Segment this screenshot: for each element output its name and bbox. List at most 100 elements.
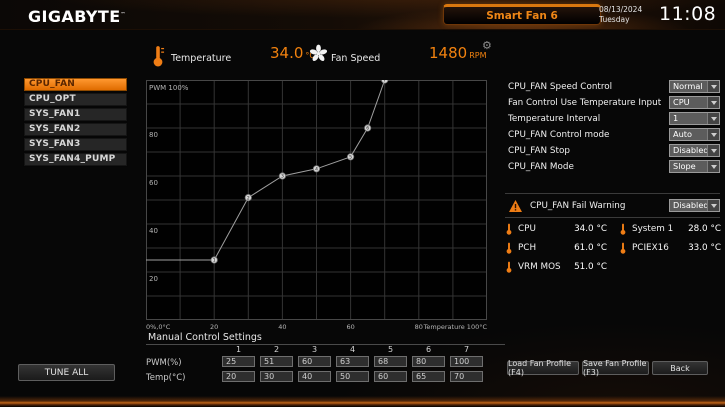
temp-row-label: Temp(°C) bbox=[146, 373, 185, 383]
chevron-down-icon bbox=[707, 97, 719, 108]
pwm-row-label: PWM(%) bbox=[146, 358, 182, 368]
fan-mode-dropdown[interactable]: Slope bbox=[669, 160, 720, 173]
time-display: 11:08 bbox=[659, 3, 716, 25]
setting-label: Fan Control Use Temperature Input bbox=[505, 98, 661, 108]
pwm-cell[interactable]: 80 bbox=[412, 356, 445, 367]
setting-speed-control: CPU_FAN Speed Control Normal bbox=[505, 80, 720, 93]
fan-speed-value: 1480RPM bbox=[429, 46, 486, 61]
setting-temp-input: Fan Control Use Temperature Input CPU bbox=[505, 96, 720, 109]
curve-point-2[interactable]: 2 bbox=[245, 194, 251, 201]
sensor-pciex16: PCIEX16 33.0 °C bbox=[619, 242, 721, 253]
sidebar-item-sys-fan2[interactable]: SYS_FAN2 bbox=[24, 123, 127, 136]
svg-text:4: 4 bbox=[315, 167, 318, 173]
svg-text:6: 6 bbox=[366, 126, 369, 132]
col-header: 3 bbox=[298, 345, 331, 354]
pwm-row: 25 51 60 63 68 80 100 bbox=[222, 356, 483, 367]
setting-label: CPU_FAN Control mode bbox=[505, 130, 609, 140]
temp-cell[interactable]: 50 bbox=[336, 371, 369, 382]
sensor-pch: PCH 61.0 °C bbox=[505, 242, 607, 253]
sidebar-item-sys-fan4-pump[interactable]: SYS_FAN4_PUMP bbox=[24, 153, 127, 166]
sidebar-item-sys-fan3[interactable]: SYS_FAN3 bbox=[24, 138, 127, 151]
temp-cell[interactable]: 65 bbox=[412, 371, 445, 382]
temp-row: 20 30 40 50 60 65 70 bbox=[222, 371, 483, 382]
pwm-cell[interactable]: 25 bbox=[222, 356, 255, 367]
pwm-cell[interactable]: 63 bbox=[336, 356, 369, 367]
temp-cell[interactable]: 30 bbox=[260, 371, 293, 382]
thermometer-icon bbox=[505, 261, 513, 273]
col-header: 1 bbox=[222, 345, 255, 354]
fan-curve-chart[interactable]: PWM 100%204060800%,0°C20406080Temperatur… bbox=[146, 80, 488, 333]
sensor-vrm-mos: VRM MOS 51.0 °C bbox=[505, 261, 607, 272]
thermometer-icon bbox=[505, 242, 513, 254]
fan-list: CPU_FAN CPU_OPT SYS_FAN1 SYS_FAN2 SYS_FA… bbox=[24, 78, 127, 168]
fail-warning-dropdown[interactable]: Disabled bbox=[669, 199, 720, 212]
svg-text:40: 40 bbox=[278, 323, 286, 331]
sidebar-item-cpu-fan[interactable]: CPU_FAN bbox=[24, 78, 127, 91]
temp-input-dropdown[interactable]: CPU bbox=[669, 96, 720, 109]
manual-column-headers: 1 2 3 4 5 6 7 bbox=[222, 345, 483, 354]
tab-label: Smart Fan 6 bbox=[486, 10, 558, 22]
top-bar: GIGABYTE™ Smart Fan 6 08/13/2024 Tuesday… bbox=[0, 0, 725, 30]
load-fan-profile-button[interactable]: Load Fan Profile (F4) bbox=[507, 361, 579, 375]
thermometer-icon bbox=[151, 45, 165, 67]
back-button[interactable]: Back bbox=[652, 361, 708, 375]
sidebar-item-cpu-opt[interactable]: CPU_OPT bbox=[24, 93, 127, 106]
fan-stop-dropdown[interactable]: Disabled bbox=[669, 144, 720, 157]
temp-cell[interactable]: 70 bbox=[450, 371, 483, 382]
setting-fan-mode: CPU_FAN Mode Slope bbox=[505, 160, 720, 173]
col-header: 6 bbox=[412, 345, 445, 354]
sidebar-item-sys-fan1[interactable]: SYS_FAN1 bbox=[24, 108, 127, 121]
temperature-label: Temperature bbox=[171, 53, 231, 64]
col-header: 5 bbox=[374, 345, 407, 354]
svg-text:20: 20 bbox=[210, 323, 218, 331]
day-text: Tuesday bbox=[599, 15, 642, 25]
sensor-cpu: CPU 34.0 °C bbox=[505, 223, 607, 234]
svg-text:60: 60 bbox=[346, 323, 354, 331]
svg-text:40: 40 bbox=[149, 227, 158, 235]
tune-all-button[interactable]: TUNE ALL bbox=[18, 364, 115, 381]
curve-point-4[interactable]: 4 bbox=[313, 166, 319, 173]
chevron-down-icon bbox=[707, 145, 719, 156]
fail-warning-label: CPU_FAN Fail Warning bbox=[530, 201, 625, 211]
temp-interval-dropdown[interactable]: 1 bbox=[669, 112, 720, 125]
col-header: 7 bbox=[450, 345, 483, 354]
setting-temp-interval: Temperature Interval 1 bbox=[505, 112, 720, 125]
warning-icon bbox=[509, 200, 522, 212]
bottom-glow-decoration bbox=[0, 396, 725, 407]
temp-cell[interactable]: 60 bbox=[374, 371, 407, 382]
curve-point-5[interactable]: 5 bbox=[347, 154, 353, 161]
svg-text:80: 80 bbox=[415, 323, 423, 331]
pwm-cell[interactable]: 51 bbox=[260, 356, 293, 367]
pwm-cell[interactable]: 60 bbox=[298, 356, 331, 367]
pwm-cell[interactable]: 68 bbox=[374, 356, 407, 367]
curve-point-1[interactable]: 1 bbox=[211, 257, 217, 264]
chevron-down-icon bbox=[707, 129, 719, 140]
chevron-down-icon bbox=[707, 200, 719, 211]
control-mode-dropdown[interactable]: Auto bbox=[669, 128, 720, 141]
curve-point-6[interactable]: 6 bbox=[364, 125, 370, 132]
curve-point-3[interactable]: 3 bbox=[279, 173, 285, 180]
gear-icon[interactable]: ⚙ bbox=[482, 40, 492, 51]
svg-text:3: 3 bbox=[281, 174, 284, 180]
chevron-down-icon bbox=[707, 161, 719, 172]
tab-smart-fan-6[interactable]: Smart Fan 6 bbox=[443, 4, 601, 25]
gigabyte-logo: GIGABYTE™ bbox=[28, 7, 126, 26]
col-header: 4 bbox=[336, 345, 369, 354]
fan-icon bbox=[309, 44, 328, 63]
pwm-cell[interactable]: 100 bbox=[450, 356, 483, 367]
chevron-down-icon bbox=[707, 81, 719, 92]
setting-control-mode: CPU_FAN Control mode Auto bbox=[505, 128, 720, 141]
svg-text:2: 2 bbox=[247, 195, 250, 201]
save-fan-profile-button[interactable]: Save Fan Profile (F3) bbox=[582, 361, 649, 375]
thermometer-icon bbox=[619, 242, 627, 254]
date-text: 08/13/2024 bbox=[599, 5, 642, 15]
svg-text:5: 5 bbox=[349, 155, 352, 161]
fan-settings-panel: CPU_FAN Speed Control Normal Fan Control… bbox=[505, 80, 720, 173]
smart-fan-6-screen: GIGABYTE™ Smart Fan 6 08/13/2024 Tuesday… bbox=[0, 0, 725, 407]
speed-control-dropdown[interactable]: Normal bbox=[669, 80, 720, 93]
chevron-down-icon bbox=[707, 113, 719, 124]
temperature-sensors: CPU 34.0 °C System 1 28.0 °C PCH 61.0 °C… bbox=[505, 223, 721, 272]
trademark-symbol: ™ bbox=[121, 12, 126, 18]
temp-cell[interactable]: 20 bbox=[222, 371, 255, 382]
temp-cell[interactable]: 40 bbox=[298, 371, 331, 382]
